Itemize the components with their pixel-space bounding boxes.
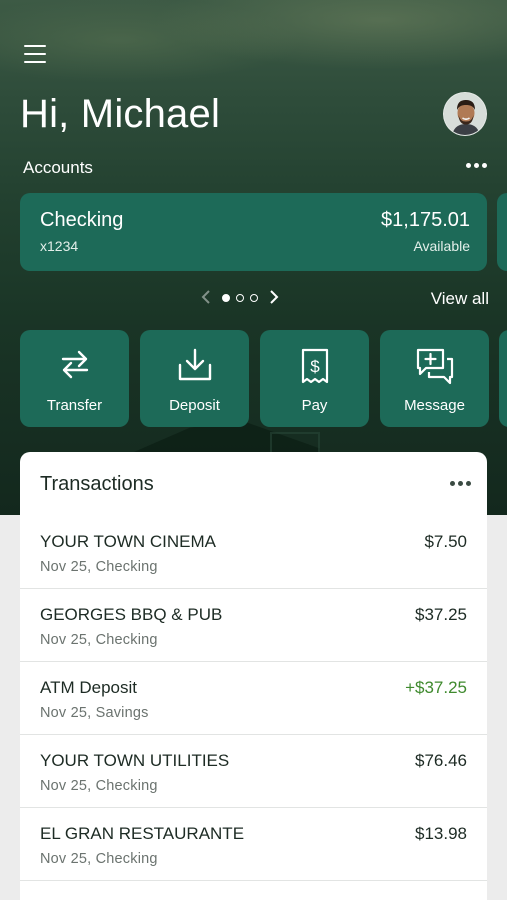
transaction-date-account: Nov 25, Checking xyxy=(40,632,158,648)
account-number: x1234 xyxy=(40,238,79,254)
transactions-card: Transactions YOUR TOWN CINEMA $7.50 Nov … xyxy=(20,452,487,900)
transaction-row[interactable]: ATM Deposit +$37.25 Nov 25, Savings xyxy=(20,662,487,735)
page-indicator xyxy=(222,294,258,302)
transaction-name: YOUR TOWN CINEMA xyxy=(40,532,216,551)
user-avatar[interactable] xyxy=(443,92,487,136)
transaction-row[interactable]: YOUR TOWN UTILITIES $76.46 Nov 25, Check… xyxy=(20,735,487,808)
deposit-button[interactable]: Deposit xyxy=(140,330,249,427)
account-balance-label: Available xyxy=(413,238,470,254)
view-all-link[interactable]: View all xyxy=(431,289,489,309)
transaction-row[interactable]: GEORGES BBQ & PUB $37.25 Nov 25, Checkin… xyxy=(20,589,487,662)
next-account-card-peek[interactable] xyxy=(497,193,507,271)
account-name: Checking xyxy=(40,209,124,231)
deposit-label: Deposit xyxy=(169,397,220,414)
deposit-icon xyxy=(178,348,211,381)
transaction-date-account: Nov 25, Savings xyxy=(40,705,149,721)
pay-bill-icon: $ xyxy=(301,348,328,384)
greeting-title: Hi, Michael xyxy=(20,92,221,136)
svg-text:$: $ xyxy=(310,357,320,376)
message-button[interactable]: Message xyxy=(380,330,489,427)
transaction-name: GEORGES BBQ & PUB xyxy=(40,605,223,624)
transaction-row[interactable]: EL GRAN RESTAURANTE $13.98 Nov 25, Check… xyxy=(20,808,487,881)
transaction-date-account: Nov 25, Checking xyxy=(40,778,158,794)
chevron-right-icon[interactable] xyxy=(268,289,280,308)
transaction-row[interactable]: YOUR TOWN CINEMA $7.50 Nov 25, Checking xyxy=(20,516,487,589)
transaction-date-account: Nov 25, Checking xyxy=(40,559,158,575)
transactions-title: Transactions xyxy=(40,473,154,495)
transaction-name: ATM Deposit xyxy=(40,678,137,697)
transaction-amount: $37.25 xyxy=(415,605,467,624)
hamburger-menu-icon[interactable] xyxy=(24,45,46,63)
transaction-amount-credit: +$37.25 xyxy=(405,678,467,697)
transaction-amount: $13.98 xyxy=(415,824,467,843)
pay-label: Pay xyxy=(301,397,328,414)
message-label: Message xyxy=(404,397,465,414)
transaction-amount: $7.50 xyxy=(424,532,467,551)
transaction-amount: $76.46 xyxy=(415,751,467,770)
chevron-left-icon[interactable] xyxy=(200,289,212,308)
account-card-checking[interactable]: Checking x1234 $1,175.01 Available xyxy=(20,193,487,271)
page-dot[interactable] xyxy=(236,294,244,302)
next-action-peek[interactable] xyxy=(499,330,507,427)
transaction-name: EL GRAN RESTAURANTE xyxy=(40,824,245,843)
transaction-date-account: Nov 25, Checking xyxy=(40,851,158,867)
transaction-name: YOUR TOWN UTILITIES xyxy=(40,751,230,770)
transactions-more-icon[interactable] xyxy=(450,481,471,486)
avatar-portrait-icon xyxy=(444,93,486,135)
account-balance: $1,175.01 xyxy=(381,209,470,231)
page-dot[interactable] xyxy=(250,294,258,302)
row-divider xyxy=(20,880,487,881)
transfer-button[interactable]: Transfer xyxy=(20,330,129,427)
accounts-more-icon[interactable] xyxy=(466,163,487,168)
accounts-label: Accounts xyxy=(23,158,93,177)
transfer-icon xyxy=(61,350,88,379)
message-icon xyxy=(416,348,453,385)
transfer-label: Transfer xyxy=(46,397,103,414)
page-dot-active[interactable] xyxy=(222,294,230,302)
accounts-pager xyxy=(200,287,280,309)
pay-button[interactable]: $ Pay xyxy=(260,330,369,427)
